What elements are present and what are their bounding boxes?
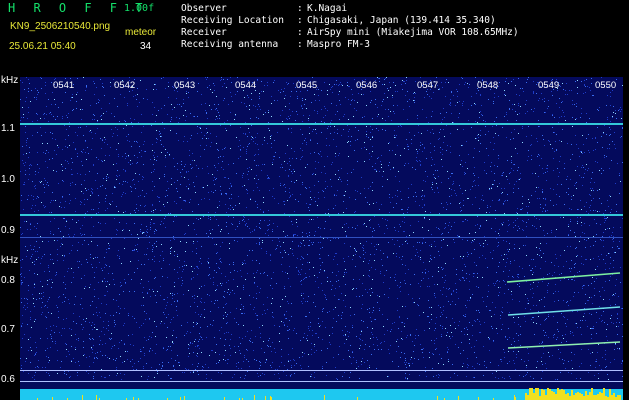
date-time: 25.06.21 05:40 <box>9 41 76 52</box>
x-tick-label: 0547 <box>417 80 439 91</box>
x-tick-label: 0543 <box>174 80 196 91</box>
x-tick-label: 0544 <box>235 80 257 91</box>
reference-line <box>20 237 623 238</box>
y-unit-label-bottom: kHz <box>1 255 19 266</box>
meta-value: Maspro FM-3 <box>307 39 370 50</box>
reference-line <box>20 370 623 371</box>
x-tick-label: 0550 <box>595 80 617 91</box>
carrier-line <box>20 214 623 216</box>
x-tick-label: 0545 <box>296 80 318 91</box>
app-version: 1.00f <box>124 3 155 14</box>
meta-key: Observer <box>181 3 227 14</box>
time-axis: 0541 0542 0543 0544 0545 0546 0547 0548 … <box>0 80 629 94</box>
file-name: KN9_2506210540.png <box>10 21 111 32</box>
meteor-count: 34 <box>140 41 152 52</box>
meta-value: AirSpy mini (Miakejima VOR 108.65MHz) <box>307 27 519 38</box>
y-tick-label: 1.1 <box>1 123 15 134</box>
y-tick-label: 0.6 <box>1 374 15 385</box>
meta-key: Receiving antenna <box>181 39 279 50</box>
meta-sep: : <box>297 3 303 14</box>
x-tick-label: 0546 <box>356 80 378 91</box>
meta-sep: : <box>297 27 303 38</box>
y-tick-label: 0.7 <box>1 324 15 335</box>
x-tick-label: 0542 <box>114 80 136 91</box>
noise-layer <box>20 77 623 380</box>
carrier-line <box>20 123 623 125</box>
meta-key: Receiving Location <box>181 15 284 26</box>
y-tick-label: 1.0 <box>1 174 15 185</box>
meteor-echo <box>506 272 621 283</box>
meta-key: Receiver <box>181 27 227 38</box>
meta-value: K.Nagai <box>307 3 348 14</box>
spectrogram[interactable] <box>20 77 623 400</box>
y-tick-label: 0.9 <box>1 225 15 236</box>
hrofft-window: H R O F F T 1.00f KN9_2506210540.png met… <box>0 0 629 400</box>
spectrogram-canvas <box>20 77 623 400</box>
reference-line <box>20 381 623 382</box>
x-tick-label: 0549 <box>538 80 560 91</box>
meta-value: Chigasaki, Japan (139.414 35.340) <box>307 15 496 26</box>
meta-sep: : <box>297 15 303 26</box>
x-tick-label: 0548 <box>477 80 499 91</box>
meta-sep: : <box>297 39 303 50</box>
mode-label: meteor <box>125 27 157 38</box>
x-tick-label: 0541 <box>53 80 75 91</box>
meteor-echo <box>507 341 621 349</box>
y-tick-label: 0.8 <box>1 275 15 286</box>
